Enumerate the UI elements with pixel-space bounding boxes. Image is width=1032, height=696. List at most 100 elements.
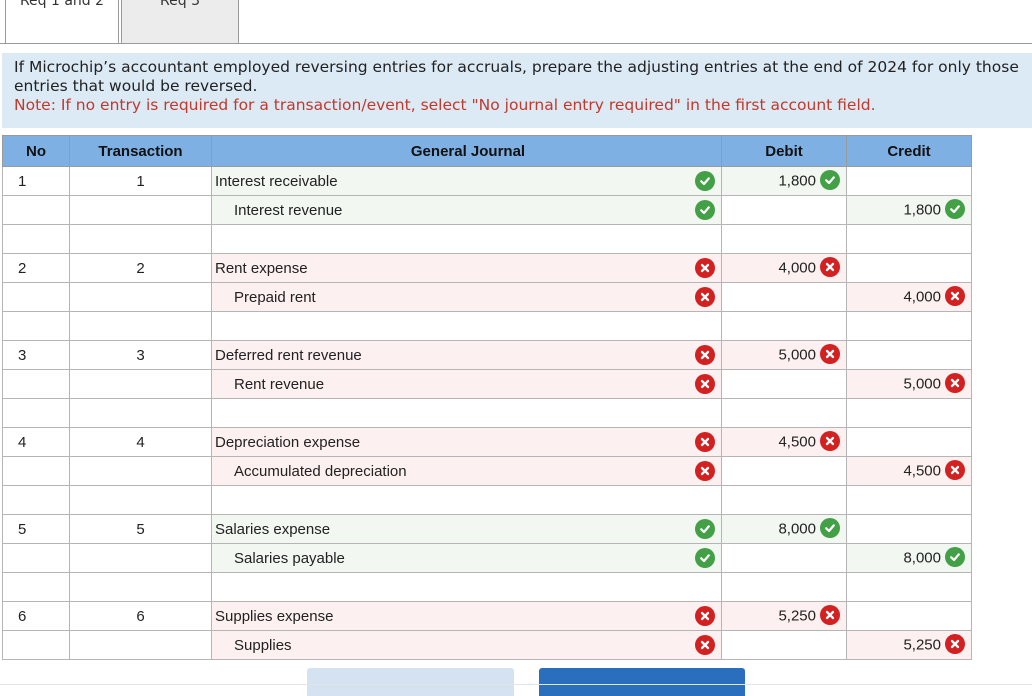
x-circle-icon xyxy=(945,373,965,394)
entry-number-empty xyxy=(2,456,70,486)
credit-input[interactable] xyxy=(846,253,972,283)
x-circle-icon xyxy=(945,460,965,481)
entry-number: 1 xyxy=(2,166,70,196)
account-name: Deferred rent revenue xyxy=(215,346,362,364)
blank-cell xyxy=(2,398,70,428)
tab-bar: Req 1 and 2 Req 3 xyxy=(0,0,1032,44)
entry-number: 2 xyxy=(2,253,70,283)
account-select[interactable] xyxy=(211,311,722,341)
debit-input[interactable] xyxy=(721,485,847,515)
debit-input[interactable] xyxy=(721,224,847,254)
credit-input[interactable]: 8,000 xyxy=(846,543,972,573)
credit-input[interactable] xyxy=(846,311,972,341)
x-circle-icon xyxy=(945,286,965,307)
debit-value: 4,000 xyxy=(778,259,816,277)
account-select[interactable]: Depreciation expense xyxy=(211,427,722,457)
account-name: Interest receivable xyxy=(215,172,338,190)
account-select[interactable]: Prepaid rent xyxy=(211,282,722,312)
journal-row-debit: 4 4 Depreciation expense 4,500 xyxy=(2,427,972,457)
account-select[interactable]: Supplies expense xyxy=(211,601,722,631)
transaction-number: 2 xyxy=(69,253,212,283)
credit-input[interactable] xyxy=(846,572,972,602)
account-select[interactable]: Interest revenue xyxy=(211,195,722,225)
check-circle-icon xyxy=(695,171,715,191)
debit-input[interactable] xyxy=(721,398,847,428)
account-select[interactable]: Supplies xyxy=(211,630,722,660)
journal-row-credit: Interest revenue 1,800 xyxy=(2,195,972,225)
credit-input[interactable]: 5,000 xyxy=(846,369,972,399)
account-select[interactable]: Accumulated depreciation xyxy=(211,456,722,486)
blank-cell xyxy=(69,485,212,515)
credit-input[interactable] xyxy=(846,224,972,254)
check-circle-icon xyxy=(945,199,965,220)
credit-input[interactable] xyxy=(846,514,972,544)
tab-req-1-and-2[interactable]: Req 1 and 2 xyxy=(5,0,119,44)
credit-input[interactable] xyxy=(846,166,972,196)
debit-value: 5,250 xyxy=(778,607,816,625)
journal-row-debit: 6 6 Supplies expense 5,250 xyxy=(2,601,972,631)
debit-input[interactable]: 5,000 xyxy=(721,340,847,370)
transaction-number: 1 xyxy=(69,166,212,196)
credit-input[interactable]: 1,800 xyxy=(846,195,972,225)
debit-input[interactable]: 4,000 xyxy=(721,253,847,283)
credit-input[interactable]: 4,000 xyxy=(846,282,972,312)
blank-cell xyxy=(2,572,70,602)
transaction-number-empty xyxy=(69,369,212,399)
table-header-row: No Transaction General Journal Debit Cre… xyxy=(2,135,972,167)
credit-input[interactable]: 5,250 xyxy=(846,630,972,660)
next-button[interactable] xyxy=(539,668,745,696)
debit-input[interactable] xyxy=(721,630,847,660)
debit-input[interactable] xyxy=(721,282,847,312)
blank-cell xyxy=(2,485,70,515)
account-select[interactable]: Rent expense xyxy=(211,253,722,283)
journal-row-credit: Rent revenue 5,000 xyxy=(2,369,972,399)
account-name: Accumulated depreciation xyxy=(234,462,407,480)
x-circle-icon xyxy=(820,344,840,365)
entry-number: 4 xyxy=(2,427,70,457)
prev-button[interactable] xyxy=(307,668,514,696)
debit-input[interactable]: 8,000 xyxy=(721,514,847,544)
debit-input[interactable] xyxy=(721,572,847,602)
credit-input[interactable]: 4,500 xyxy=(846,456,972,486)
account-select[interactable]: Interest receivable xyxy=(211,166,722,196)
tab-divider xyxy=(0,43,1032,44)
account-select[interactable] xyxy=(211,485,722,515)
check-circle-icon xyxy=(820,170,840,191)
debit-input[interactable] xyxy=(721,456,847,486)
account-select[interactable]: Salaries payable xyxy=(211,543,722,573)
account-select[interactable] xyxy=(211,398,722,428)
debit-input[interactable]: 4,500 xyxy=(721,427,847,457)
credit-input[interactable] xyxy=(846,340,972,370)
instructions-box: If Microchip’s accountant employed rever… xyxy=(2,53,1032,128)
x-circle-icon xyxy=(945,634,965,655)
blank-cell xyxy=(69,572,212,602)
account-select[interactable] xyxy=(211,572,722,602)
entry-number: 5 xyxy=(2,514,70,544)
debit-input[interactable] xyxy=(721,543,847,573)
account-select[interactable] xyxy=(211,224,722,254)
account-name: Supplies xyxy=(234,636,292,654)
blank-cell xyxy=(69,224,212,254)
journal-row-debit: 2 2 Rent expense 4,000 xyxy=(2,253,972,283)
entry-number-empty xyxy=(2,282,70,312)
debit-input[interactable] xyxy=(721,369,847,399)
credit-value: 5,250 xyxy=(903,636,941,654)
debit-input[interactable]: 1,800 xyxy=(721,166,847,196)
tab-req-3[interactable]: Req 3 xyxy=(121,0,239,44)
credit-input[interactable] xyxy=(846,398,972,428)
debit-input[interactable] xyxy=(721,195,847,225)
account-select[interactable]: Rent revenue xyxy=(211,369,722,399)
credit-input[interactable] xyxy=(846,485,972,515)
credit-input[interactable] xyxy=(846,427,972,457)
entry-number: 3 xyxy=(2,340,70,370)
transaction-number: 3 xyxy=(69,340,212,370)
transaction-number-empty xyxy=(69,282,212,312)
check-circle-icon xyxy=(695,519,715,539)
credit-value: 8,000 xyxy=(903,549,941,567)
credit-input[interactable] xyxy=(846,601,972,631)
debit-input[interactable]: 5,250 xyxy=(721,601,847,631)
account-select[interactable]: Deferred rent revenue xyxy=(211,340,722,370)
debit-input[interactable] xyxy=(721,311,847,341)
x-circle-icon xyxy=(695,287,715,307)
account-select[interactable]: Salaries expense xyxy=(211,514,722,544)
